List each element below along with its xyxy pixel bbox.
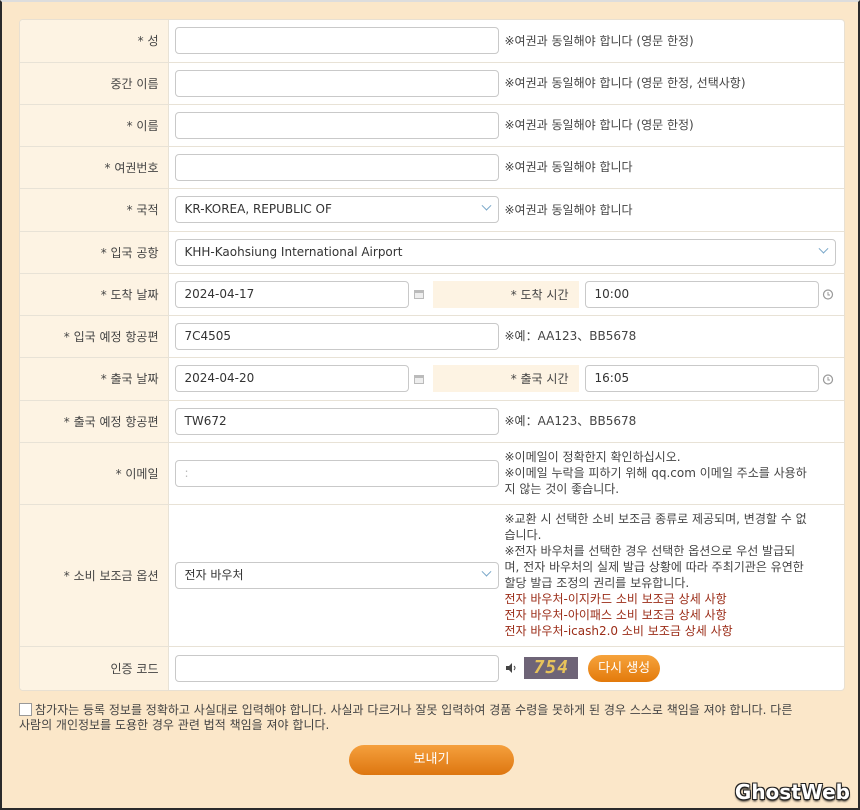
calendar-icon[interactable] bbox=[413, 373, 425, 385]
email-row: * 이메일 : ※이메일이 정확한지 확인하십시오. ※이메일 누락을 피하기 … bbox=[20, 442, 844, 505]
entry-airport-select[interactable]: KHH-Kaohsiung International Airport bbox=[174, 238, 836, 266]
nationality-label: * 국적 bbox=[20, 188, 169, 232]
captcha-row: 인증 코드 754 다시 생성 bbox=[20, 646, 844, 690]
surname-row: * 성 ※여권과 동일해야 합니다 (영문 한정) bbox=[20, 20, 844, 63]
clock-icon[interactable] bbox=[822, 288, 834, 300]
surname-input[interactable] bbox=[174, 27, 499, 55]
calendar-icon[interactable] bbox=[413, 288, 425, 300]
departure-row: * 출국 날짜 2024-04-20 * 출국 시간 16:05 bbox=[20, 357, 844, 401]
middle-name-input[interactable] bbox=[174, 69, 499, 97]
entry-airport-label: * 입국 공항 bbox=[20, 231, 169, 274]
email-note-3: 지 않는 것이 좋습니다. bbox=[504, 482, 620, 496]
surname-label: * 성 bbox=[20, 20, 169, 63]
passport-input[interactable] bbox=[174, 153, 499, 181]
captcha-image: 754 bbox=[524, 657, 579, 680]
submit-button[interactable]: 보내기 bbox=[349, 745, 514, 775]
departure-flight-label: * 출국 예정 항공편 bbox=[20, 400, 169, 443]
departure-time-input[interactable]: 16:05 bbox=[584, 365, 819, 392]
arrival-flight-input[interactable]: 7C4505 bbox=[174, 322, 499, 350]
entry-airport-row: * 입국 공항 KHH-Kaohsiung International Airp… bbox=[20, 231, 844, 274]
given-name-row: * 이름 ※여권과 동일해야 합니다 (영문 한정) bbox=[20, 104, 844, 147]
voucher-note-4: 며, 전자 바우처의 실제 발급 상황에 따라 주최기관은 유연한 bbox=[504, 560, 804, 574]
page-frame: * 성 ※여권과 동일해야 합니다 (영문 한정) 중간 이름 ※여권과 동일해… bbox=[0, 0, 860, 810]
email-note-1: ※이메일이 정확한지 확인하십시오. bbox=[504, 450, 681, 464]
surname-note: ※여권과 동일해야 합니다 (영문 한정) bbox=[504, 20, 844, 63]
captcha-label: 인증 코드 bbox=[20, 646, 169, 690]
given-name-label: * 이름 bbox=[20, 104, 169, 147]
regenerate-captcha-button[interactable]: 다시 생성 bbox=[588, 654, 661, 682]
agreement-checkbox[interactable] bbox=[19, 703, 32, 716]
voucher-label: * 소비 보조금 옵션 bbox=[20, 504, 169, 647]
chevron-down-icon bbox=[818, 243, 828, 254]
chevron-down-icon bbox=[481, 566, 491, 577]
entry-airport-value: KHH-Kaohsiung International Airport bbox=[184, 244, 403, 259]
agreement-line-1: 참가자는 등록 정보를 정확하고 사실대로 입력해야 합니다. 사실과 다르거나… bbox=[35, 703, 793, 717]
nationality-row: * 국적 KR-KOREA, REPUBLIC OF ※여권과 동일해야 합니다 bbox=[20, 188, 844, 232]
arrival-flight-note: ※예：AA123、BB5678 bbox=[504, 315, 844, 358]
departure-date-label: * 출국 날짜 bbox=[20, 357, 169, 401]
speaker-icon[interactable] bbox=[505, 662, 517, 674]
agreement-text: 참가자는 등록 정보를 정확하고 사실대로 입력해야 합니다. 사실과 다르거나… bbox=[19, 703, 845, 733]
arrival-date-label: * 도착 날짜 bbox=[20, 273, 169, 316]
departure-flight-note: ※예：AA123、BB5678 bbox=[504, 400, 844, 443]
middle-name-label: 중간 이름 bbox=[20, 62, 169, 105]
voucher-value: 전자 바우처 bbox=[184, 567, 244, 582]
middle-name-note: ※여권과 동일해야 합니다 (영문 한정, 선택사항) bbox=[504, 62, 844, 105]
given-name-note: ※여권과 동일해야 합니다 (영문 한정) bbox=[504, 104, 844, 147]
arrival-time-input[interactable]: 10:00 bbox=[584, 280, 819, 308]
arrival-flight-label: * 입국 예정 항공편 bbox=[20, 315, 169, 358]
ipass-details-link[interactable]: 전자 바우처-아이패스 소비 보조금 상세 사항 bbox=[505, 607, 839, 623]
nationality-note: ※여권과 동일해야 합니다 bbox=[504, 188, 844, 232]
email-note-2: ※이메일 누락을 피하기 위해 qq.com 이메일 주소를 사용하 bbox=[504, 466, 807, 480]
icash-details-link[interactable]: 전자 바우처-icash2.0 소비 보조금 상세 사항 bbox=[505, 623, 839, 639]
voucher-note-3: ※전자 바우처를 선택한 경우 선택한 옵션으로 우선 발급되 bbox=[504, 544, 796, 558]
voucher-row: * 소비 보조금 옵션 전자 바우처 ※교환 시 선택한 소비 보조금 종류로 … bbox=[20, 504, 844, 647]
clock-icon[interactable] bbox=[822, 373, 834, 385]
arrival-row: * 도착 날짜 2024-04-17 * 도착 시간 10:00 bbox=[20, 273, 844, 316]
arrival-date-input[interactable]: 2024-04-17 bbox=[174, 280, 409, 308]
easycard-details-link[interactable]: 전자 바우처-이지카드 소비 보조금 상세 사항 bbox=[505, 591, 839, 607]
arrival-flight-row: * 입국 예정 항공편 7C4505 ※예：AA123、BB5678 bbox=[20, 315, 844, 358]
email-input[interactable]: : bbox=[174, 459, 499, 487]
agreement-line-2: 사람의 개인정보를 도용한 경우 관련 법적 책임을 져야 합니다. bbox=[19, 718, 330, 732]
departure-date-input[interactable]: 2024-04-20 bbox=[174, 365, 409, 392]
nationality-select[interactable]: KR-KOREA, REPUBLIC OF bbox=[174, 196, 499, 223]
voucher-select[interactable]: 전자 바우처 bbox=[174, 561, 499, 589]
passport-label: * 여권번호 bbox=[20, 146, 169, 189]
given-name-input[interactable] bbox=[174, 111, 499, 139]
middle-name-row: 중간 이름 ※여권과 동일해야 합니다 (영문 한정, 선택사항) bbox=[20, 62, 844, 105]
watermark: GhostWeb bbox=[734, 780, 850, 804]
nationality-value: KR-KOREA, REPUBLIC OF bbox=[184, 202, 332, 216]
voucher-note-2: 습니다. bbox=[504, 528, 542, 542]
captcha-input[interactable] bbox=[174, 654, 499, 682]
arrival-time-label: * 도착 시간 bbox=[432, 280, 579, 308]
passport-row: * 여권번호 ※여권과 동일해야 합니다 bbox=[20, 146, 844, 189]
departure-time-label: * 출국 시간 bbox=[432, 365, 579, 392]
chevron-down-icon bbox=[481, 200, 491, 211]
departure-flight-row: * 출국 예정 항공편 TW672 ※예：AA123、BB5678 bbox=[20, 400, 844, 443]
passport-note: ※여권과 동일해야 합니다 bbox=[504, 146, 844, 189]
email-label: * 이메일 bbox=[20, 442, 169, 505]
departure-flight-input[interactable]: TW672 bbox=[174, 407, 499, 435]
voucher-note-5: 할당 발급 조정의 권리를 보유합니다. bbox=[504, 576, 690, 590]
voucher-note-1: ※교환 시 선택한 소비 보조금 종류로 제공되며, 변경할 수 없 bbox=[504, 512, 807, 526]
registration-form: * 성 ※여권과 동일해야 합니다 (영문 한정) 중간 이름 ※여권과 동일해… bbox=[19, 19, 845, 691]
